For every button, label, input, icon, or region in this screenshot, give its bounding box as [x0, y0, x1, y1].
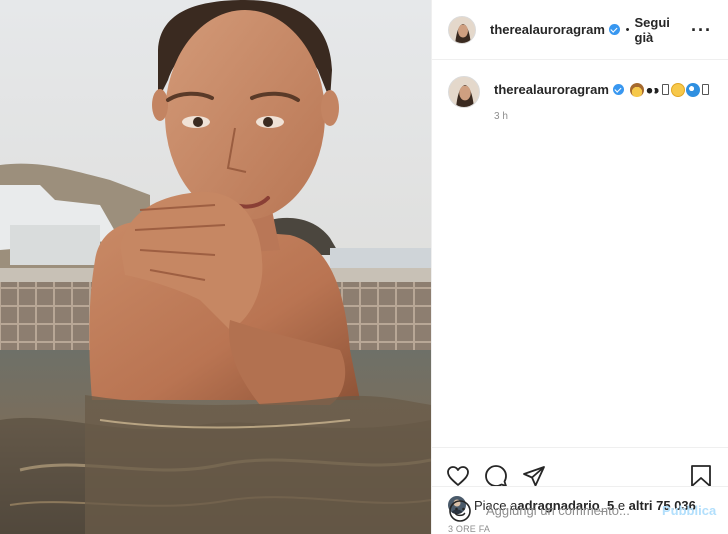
- comments-area: therealauroragram 3 h: [432, 60, 728, 447]
- publish-button[interactable]: Pubblica: [662, 503, 716, 518]
- post-side-panel: therealauroragram • Segui già ··· therea…: [431, 0, 728, 534]
- eyes-icon: [644, 82, 660, 97]
- comment-input[interactable]: [486, 503, 662, 518]
- missing-glyph-icon: [701, 84, 709, 95]
- bookmark-icon[interactable]: [690, 464, 712, 488]
- caption-time: 3 h: [494, 111, 508, 122]
- post-caption: therealauroragram 3 h: [448, 76, 712, 122]
- caption-body: therealauroragram 3 h: [494, 76, 710, 122]
- post-header: therealauroragram • Segui già ···: [432, 0, 728, 60]
- caption-avatar[interactable]: [448, 76, 480, 108]
- post-photo[interactable]: [0, 0, 431, 534]
- cowboy-face-icon: [629, 82, 644, 97]
- add-comment-bar: Pubblica: [432, 486, 728, 534]
- follow-status-button[interactable]: Segui già: [635, 15, 692, 45]
- author-avatar[interactable]: [448, 15, 476, 44]
- separator-dot: •: [625, 23, 630, 36]
- instagram-post-dialog: therealauroragram • Segui già ··· therea…: [0, 0, 728, 534]
- verified-badge-icon: [612, 84, 624, 95]
- caption-username[interactable]: therealauroragram: [494, 82, 609, 97]
- emoji-picker-icon[interactable]: [448, 499, 472, 523]
- caption-line: therealauroragram: [494, 82, 710, 97]
- photo-illustration: [0, 0, 431, 534]
- more-options-icon[interactable]: ···: [691, 21, 712, 39]
- caption-emojis: [629, 82, 710, 97]
- share-icon[interactable]: [522, 464, 546, 488]
- missing-glyph-icon: [661, 84, 669, 95]
- heart-icon[interactable]: [446, 464, 470, 488]
- slightly-smiling-face-icon: [670, 82, 685, 97]
- author-username[interactable]: therealauroragram: [490, 22, 605, 37]
- comment-icon[interactable]: [484, 464, 508, 488]
- wave-icon: [685, 82, 700, 97]
- verified-badge-icon: [608, 24, 620, 35]
